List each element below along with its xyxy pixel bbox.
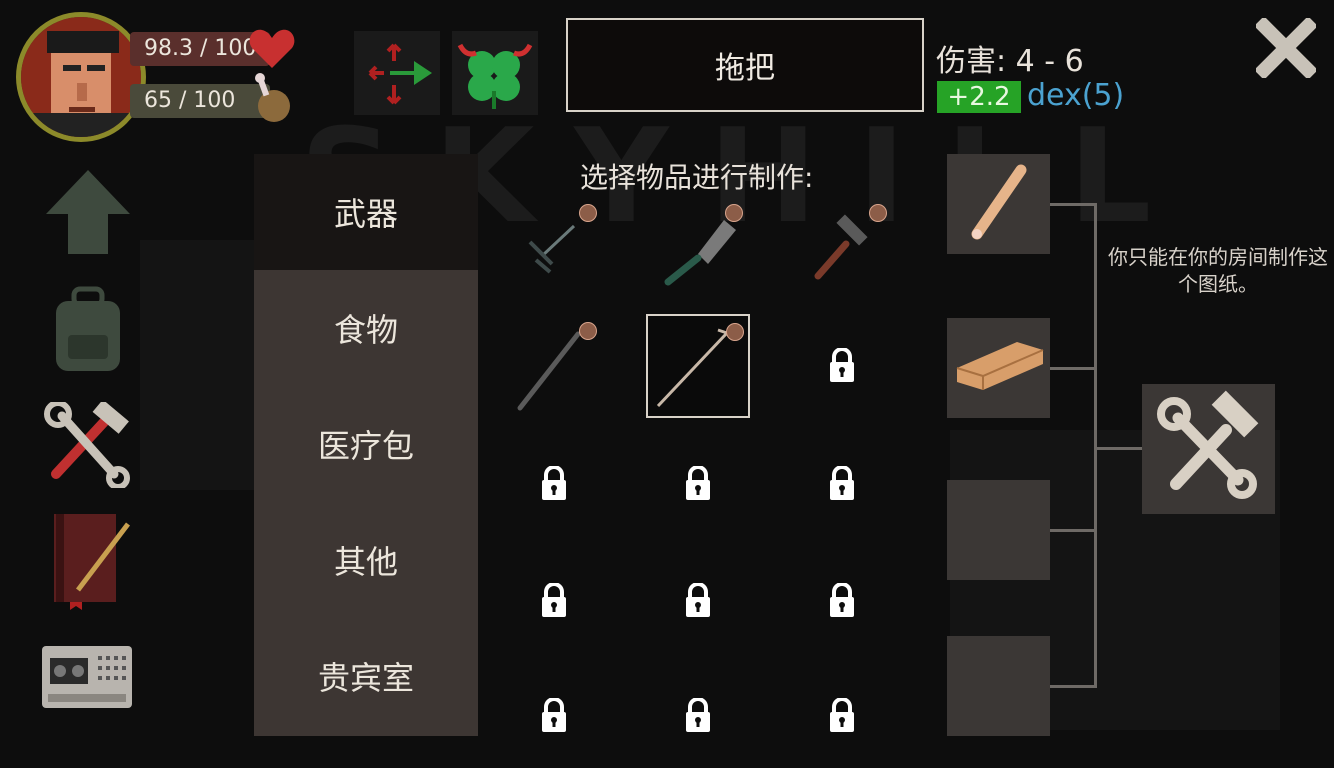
locked-recipe[interactable]	[790, 314, 894, 418]
recipe-mop[interactable]	[646, 314, 750, 418]
item-name-box: 拖把	[566, 18, 924, 112]
locked-recipe[interactable]	[646, 549, 750, 653]
character-portrait[interactable]	[16, 12, 146, 142]
lock-icon	[542, 698, 566, 732]
crafting-tools-icon[interactable]	[42, 399, 132, 492]
up-arrow-icon[interactable]	[44, 166, 132, 262]
dex-stat: dex(5)	[1027, 78, 1125, 113]
locked-recipe[interactable]	[790, 432, 894, 536]
craft-prompt: 选择物品进行制作:	[580, 161, 814, 194]
lock-icon	[542, 583, 566, 617]
connector-line	[1050, 367, 1096, 370]
recipe-sword[interactable]	[502, 196, 606, 300]
connector-line	[1094, 203, 1097, 688]
category-other[interactable]: 其他	[254, 502, 478, 618]
recipe-hammer[interactable]	[790, 196, 894, 300]
connector-line	[1050, 685, 1096, 688]
craft-hint: 你只能在你的房间制作这个图纸。	[1108, 245, 1328, 296]
locked-recipe[interactable]	[790, 549, 894, 653]
recipe-pipe[interactable]	[502, 314, 606, 418]
locked-recipe[interactable]	[646, 432, 750, 536]
locked-recipe[interactable]	[502, 664, 606, 768]
move-arrows-button[interactable]	[354, 31, 440, 115]
category-vip-room[interactable]: 贵宾室	[254, 618, 478, 734]
ingredient-empty-slot[interactable]	[947, 636, 1050, 736]
room-badge-icon	[869, 204, 887, 222]
lock-icon	[686, 583, 710, 617]
connector-line	[1050, 203, 1096, 206]
devil-clover-icon[interactable]	[452, 31, 538, 115]
heart-icon	[248, 26, 296, 74]
locked-recipe[interactable]	[646, 664, 750, 768]
close-icon[interactable]	[1254, 16, 1318, 80]
lock-icon	[830, 348, 854, 382]
lock-icon	[830, 583, 854, 617]
lock-icon	[686, 466, 710, 500]
hunger-bar: 65 / 100	[130, 84, 270, 118]
lock-icon	[830, 698, 854, 732]
locked-recipe[interactable]	[502, 432, 606, 536]
category-food[interactable]: 食物	[254, 270, 478, 386]
lock-icon	[542, 466, 566, 500]
category-weapons[interactable]: 武器	[254, 154, 478, 270]
journal-icon[interactable]	[52, 510, 132, 614]
backpack-icon[interactable]	[50, 285, 126, 379]
radio-icon[interactable]	[42, 640, 134, 714]
room-badge-icon	[726, 323, 744, 341]
category-medkit[interactable]: 医疗包	[254, 386, 478, 502]
background-wall	[140, 240, 260, 490]
connector-line	[1050, 529, 1096, 532]
lock-icon	[830, 466, 854, 500]
recipe-cleaver[interactable]	[646, 196, 750, 300]
lock-icon	[686, 698, 710, 732]
connector-line	[1094, 447, 1142, 450]
drumstick-icon	[252, 72, 292, 128]
ingredient-wood-plank[interactable]	[947, 318, 1050, 418]
room-badge-icon	[725, 204, 743, 222]
locked-recipe[interactable]	[790, 664, 894, 768]
ingredient-stick[interactable]	[947, 154, 1050, 254]
room-badge-icon	[579, 322, 597, 340]
craft-button[interactable]	[1142, 384, 1275, 514]
damage-stat: 伤害: 4 - 6	[936, 44, 1084, 79]
ingredient-empty-slot[interactable]	[947, 480, 1050, 580]
bonus-badge: +2.2	[937, 81, 1021, 113]
room-badge-icon	[579, 204, 597, 222]
locked-recipe[interactable]	[502, 549, 606, 653]
